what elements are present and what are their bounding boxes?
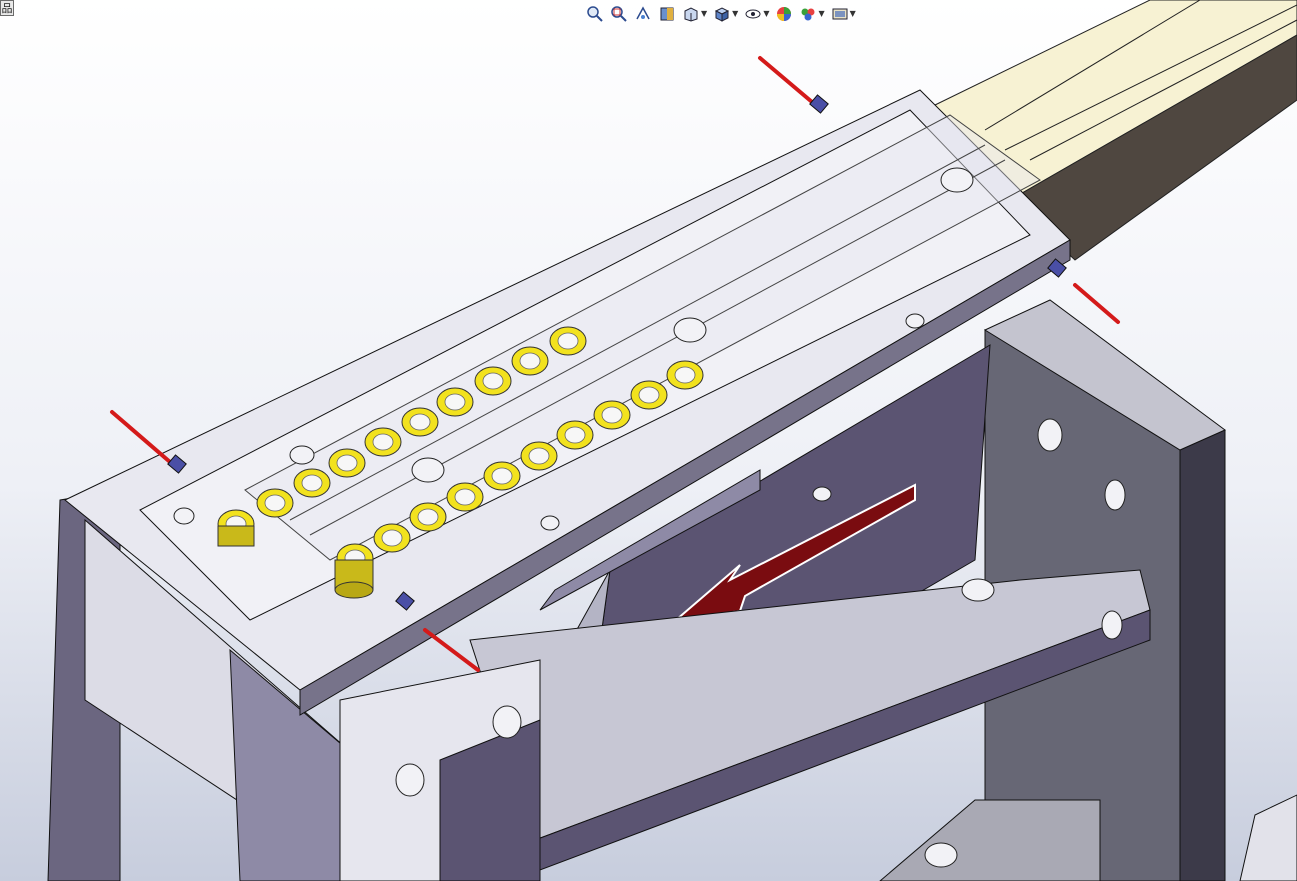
chevron-down-icon: ▼	[763, 9, 770, 18]
hide-show-items-icon[interactable]: ▼	[743, 4, 770, 24]
cad-model-viewport[interactable]	[0, 0, 1297, 881]
chevron-down-icon: ▼	[849, 9, 856, 18]
view-orientation-icon[interactable]: ▼	[681, 4, 708, 24]
chevron-down-icon: ▼	[818, 9, 825, 18]
zoom-to-area-icon[interactable]	[609, 4, 629, 24]
section-view-icon[interactable]	[657, 4, 677, 24]
chevron-down-icon: ▼	[701, 9, 708, 18]
panel-toggle-button[interactable]: 品	[0, 0, 14, 16]
zoom-to-fit-icon[interactable]	[585, 4, 605, 24]
chevron-down-icon: ▼	[732, 9, 739, 18]
previous-view-icon[interactable]	[633, 4, 653, 24]
edit-appearance-icon[interactable]	[774, 4, 794, 24]
apply-scene-icon[interactable]: ▼	[798, 4, 825, 24]
view-settings-icon[interactable]: ▼	[830, 4, 857, 24]
heads-up-view-toolbar: ▼ ▼ ▼ ▼ ▼	[585, 3, 857, 25]
display-style-icon[interactable]: ▼	[712, 4, 739, 24]
